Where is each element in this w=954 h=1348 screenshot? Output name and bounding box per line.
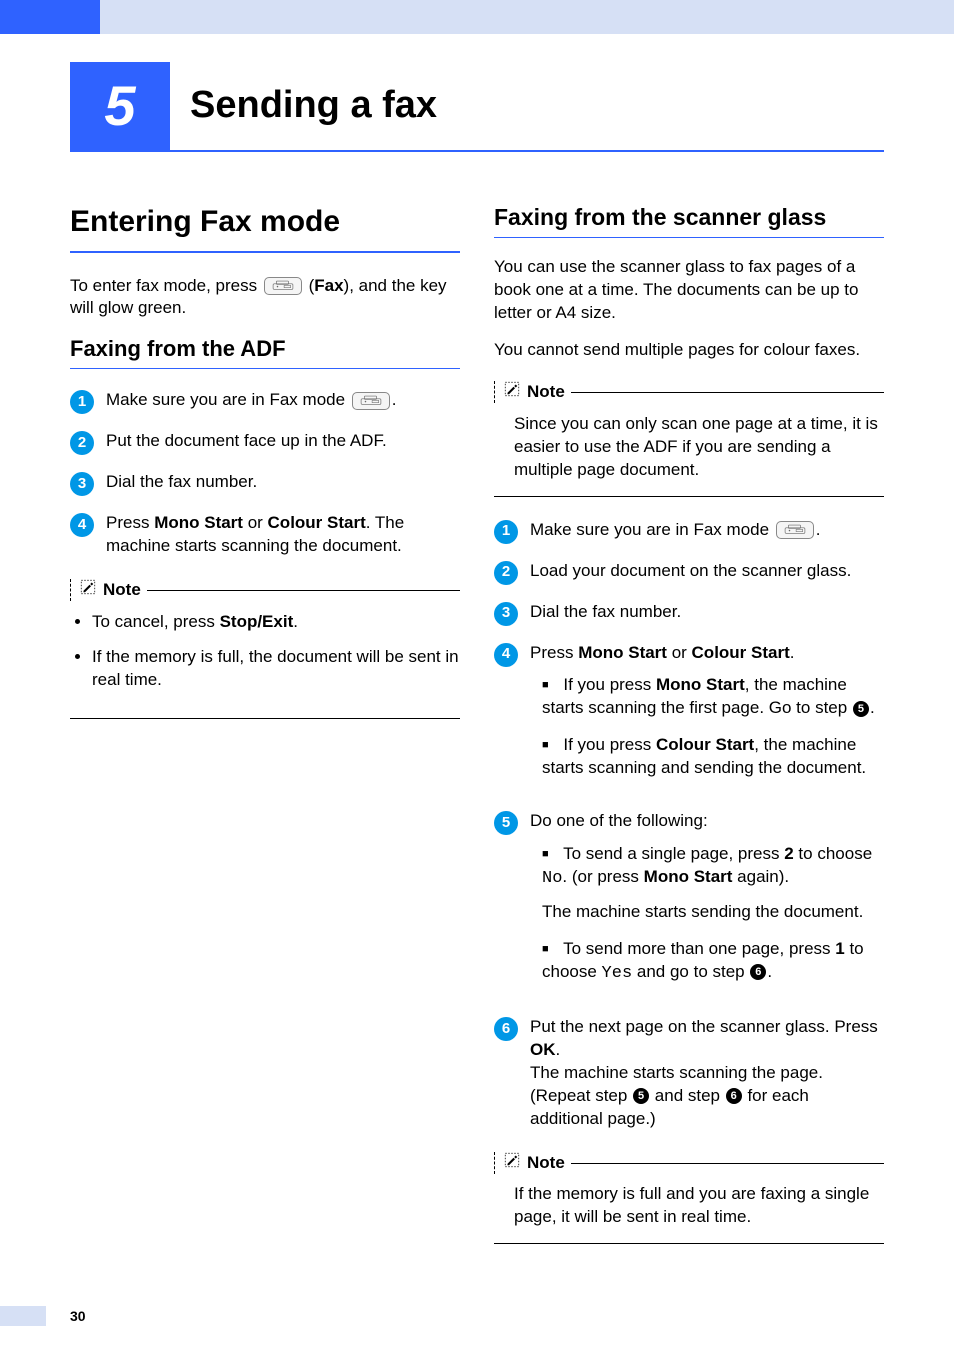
note-text: If the memory is full and you are faxing… [494, 1183, 884, 1229]
step-text: Make sure you are in Fax mode . [530, 519, 884, 544]
section-heading-entering-fax-mode: Entering Fax mode [70, 202, 460, 243]
subsection-faxing-from-adf: Faxing from the ADF [70, 334, 460, 369]
step-badge: 2 [70, 431, 94, 455]
note-box: Note Since you can only scan one page at… [494, 376, 884, 497]
paragraph: You cannot send multiple pages for colou… [494, 339, 884, 362]
subsection-faxing-scanner-glass: Faxing from the scanner glass [494, 202, 884, 238]
chapter-banner: 5 Sending a fax [70, 62, 884, 152]
chapter-number: 5 [70, 62, 170, 150]
step-text: Put the next page on the scanner glass. … [530, 1016, 884, 1131]
step-badge: 6 [494, 1017, 518, 1041]
step-ref-badge: 5 [853, 701, 869, 717]
note-icon [503, 1151, 521, 1176]
step-text: Make sure you are in Fax mode . [106, 389, 460, 414]
step-text: Do one of the following: To send a singl… [530, 810, 884, 1000]
sub-item: If you press Colour Start, the machine s… [542, 734, 884, 780]
fax-key-icon [776, 521, 814, 539]
paragraph: You can use the scanner glass to fax pag… [494, 256, 884, 325]
note-icon [503, 380, 521, 405]
fax-key-icon [352, 392, 390, 410]
step-text: Press Mono Start or Colour Start. If you… [530, 642, 884, 795]
step-badge: 5 [494, 811, 518, 835]
sub-item: To send a single page, press 2 to choose… [542, 843, 884, 924]
step-badge: 1 [70, 390, 94, 414]
step-badge: 2 [494, 561, 518, 585]
step-ref-badge: 5 [633, 1088, 649, 1104]
right-column: Faxing from the scanner glass You can us… [494, 202, 884, 1266]
chapter-title: Sending a fax [190, 80, 437, 131]
adf-steps: 1 Make sure you are in Fax mode . 2 Put … [70, 389, 460, 558]
note-box: Note To cancel, press Stop/Exit. If the … [70, 574, 460, 719]
note-box: Note If the memory is full and you are f… [494, 1147, 884, 1245]
scanner-steps: 1 Make sure you are in Fax mode . 2 Load… [494, 519, 884, 1131]
note-icon [79, 578, 97, 603]
step-ref-badge: 6 [750, 964, 766, 980]
fax-key-icon [264, 277, 302, 295]
note-label: Note [527, 381, 565, 404]
header-blue-block [0, 0, 100, 34]
sub-item: To send more than one page, press 1 to c… [542, 938, 884, 986]
note-label: Note [103, 579, 141, 602]
note-label: Note [527, 1152, 565, 1175]
step-badge: 1 [494, 520, 518, 544]
note-text: Since you can only scan one page at a ti… [494, 413, 884, 482]
note-item: If the memory is full, the document will… [92, 646, 460, 692]
header-band [0, 0, 954, 34]
note-item: To cancel, press Stop/Exit. [92, 611, 460, 634]
intro-paragraph: To enter fax mode, press (Fax), and the … [70, 275, 460, 321]
step-text: Load your document on the scanner glass. [530, 560, 884, 585]
step-badge: 3 [70, 472, 94, 496]
footer-tab [0, 1306, 46, 1326]
sub-item: If you press Mono Start, the machine sta… [542, 674, 884, 720]
page-number: 30 [70, 1307, 86, 1326]
left-column: Entering Fax mode To enter fax mode, pre… [70, 202, 460, 1266]
step-badge: 4 [70, 513, 94, 537]
step-text: Dial the fax number. [530, 601, 884, 626]
step-text: Press Mono Start or Colour Start. The ma… [106, 512, 460, 558]
step-badge: 3 [494, 602, 518, 626]
step-ref-badge: 6 [726, 1088, 742, 1104]
page-footer: 30 [0, 1306, 86, 1326]
step-text: Dial the fax number. [106, 471, 460, 496]
step-badge: 4 [494, 643, 518, 667]
step-text: Put the document face up in the ADF. [106, 430, 460, 455]
